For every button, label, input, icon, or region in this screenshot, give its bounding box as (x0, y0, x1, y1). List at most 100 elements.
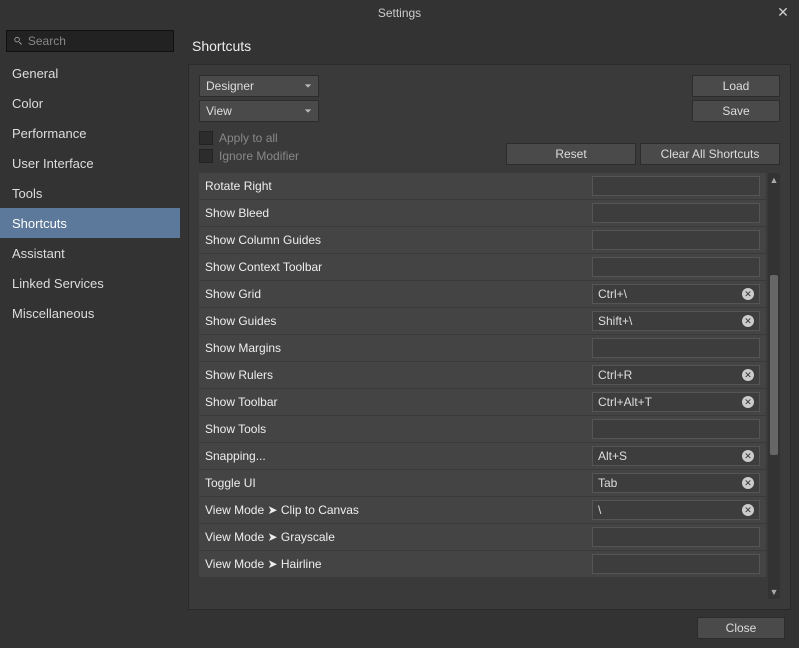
ignore-modifier-row[interactable]: Ignore Modifier (199, 149, 299, 163)
shortcut-label: Rotate Right (205, 179, 272, 193)
category-dropdown-label: View (206, 104, 232, 118)
shortcut-input[interactable] (592, 554, 760, 574)
search-input[interactable] (28, 34, 167, 48)
shortcut-value: Tab (598, 476, 617, 490)
shortcut-input[interactable]: Ctrl+\ ✕ (592, 284, 760, 304)
shortcut-row: Show Guides Shift+\ ✕ (199, 308, 766, 334)
sidebar-item-miscellaneous[interactable]: Miscellaneous (0, 298, 180, 328)
shortcut-value: Ctrl+\ (598, 287, 627, 301)
sidebar-item-tools[interactable]: Tools (0, 178, 180, 208)
scrollbar[interactable]: ▲ ▼ (768, 173, 780, 599)
shortcut-row: Show Bleed (199, 200, 766, 226)
shortcut-row: Show Rulers Ctrl+R✕ (199, 362, 766, 388)
scroll-up-icon[interactable]: ▲ (770, 173, 779, 187)
chevron-down-icon (304, 82, 312, 90)
shortcut-label: Show Grid (205, 287, 261, 301)
scroll-down-icon[interactable]: ▼ (770, 585, 779, 599)
close-icon[interactable]: ✕ (775, 4, 791, 20)
clear-shortcut-icon[interactable]: ✕ (742, 477, 754, 489)
shortcut-input[interactable]: Shift+\ ✕ (592, 311, 760, 331)
shortcut-input[interactable] (592, 338, 760, 358)
scroll-thumb[interactable] (770, 275, 778, 455)
load-button[interactable]: Load (692, 75, 780, 97)
sidebar-item-linked-services[interactable]: Linked Services (0, 268, 180, 298)
page-title: Shortcuts (192, 38, 791, 54)
shortcut-input[interactable] (592, 257, 760, 277)
shortcut-input[interactable]: Ctrl+R✕ (592, 365, 760, 385)
shortcut-value: Ctrl+Alt+T (598, 395, 652, 409)
clear-shortcut-icon[interactable]: ✕ (742, 315, 754, 327)
clear-shortcut-icon[interactable]: ✕ (742, 396, 754, 408)
shortcut-label: Show Bleed (205, 206, 269, 220)
sidebar-item-user-interface[interactable]: User Interface (0, 148, 180, 178)
shortcut-input[interactable]: \✕ (592, 500, 760, 520)
sidebar-item-color[interactable]: Color (0, 88, 180, 118)
shortcut-row: Show Toolbar Ctrl+Alt+T ✕ (199, 389, 766, 415)
shortcut-label: View Mode ➤ Grayscale (205, 530, 335, 544)
shortcut-row: Show Grid Ctrl+\ ✕ (199, 281, 766, 307)
clear-shortcut-icon[interactable]: ✕ (742, 369, 754, 381)
search-icon (13, 35, 24, 47)
shortcut-input[interactable]: Ctrl+Alt+T ✕ (592, 392, 760, 412)
shortcut-row: View Mode ➤ Grayscale (199, 524, 766, 550)
titlebar: Settings ✕ (0, 0, 799, 26)
save-button[interactable]: Save (692, 100, 780, 122)
shortcut-input[interactable] (592, 419, 760, 439)
chevron-down-icon (304, 107, 312, 115)
persona-dropdown[interactable]: Designer (199, 75, 319, 97)
shortcut-label: Show Tools (205, 422, 266, 436)
reset-button[interactable]: Reset (506, 143, 636, 165)
search-input-wrap[interactable] (6, 30, 174, 52)
shortcut-input[interactable] (592, 230, 760, 250)
shortcut-input[interactable] (592, 176, 760, 196)
close-button-label: Close (726, 621, 757, 635)
apply-to-all-row[interactable]: Apply to all (199, 131, 299, 145)
shortcut-row: Show Tools (199, 416, 766, 442)
shortcut-value: \ (598, 503, 601, 517)
apply-to-all-checkbox[interactable] (199, 131, 213, 145)
sidebar-item-shortcuts[interactable]: Shortcuts (0, 208, 180, 238)
shortcut-row: View Mode ➤ Hairline (199, 551, 766, 577)
shortcut-label: Show Rulers (205, 368, 273, 382)
shortcuts-panel: Designer Load View Save Apply to all (188, 64, 791, 610)
shortcut-label: View Mode ➤ Hairline (205, 557, 322, 571)
shortcut-input[interactable]: Alt+S✕ (592, 446, 760, 466)
shortcut-label: Show Column Guides (205, 233, 321, 247)
clear-all-button[interactable]: Clear All Shortcuts (640, 143, 780, 165)
persona-dropdown-label: Designer (206, 79, 254, 93)
content: Shortcuts Designer Load View Save (180, 26, 799, 610)
sidebar-item-performance[interactable]: Performance (0, 118, 180, 148)
reset-button-label: Reset (555, 147, 586, 161)
shortcut-label: Snapping... (205, 449, 266, 463)
ignore-modifier-checkbox[interactable] (199, 149, 213, 163)
shortcut-input[interactable] (592, 527, 760, 547)
shortcut-input[interactable]: Tab ✕ (592, 473, 760, 493)
clear-all-button-label: Clear All Shortcuts (661, 147, 760, 161)
apply-to-all-label: Apply to all (219, 131, 278, 145)
clear-shortcut-icon[interactable]: ✕ (742, 504, 754, 516)
shortcut-label: Show Margins (205, 341, 281, 355)
clear-shortcut-icon[interactable]: ✕ (742, 450, 754, 462)
save-button-label: Save (722, 104, 749, 118)
shortcut-list: Rotate Right Show Bleed Show Column Guides… (199, 173, 766, 599)
shortcut-row: Show Context Toolbar (199, 254, 766, 280)
shortcut-label: Show Toolbar (205, 395, 278, 409)
shortcut-label: Show Guides (205, 314, 276, 328)
close-button[interactable]: Close (697, 617, 785, 639)
shortcut-row: View Mode ➤ Clip to Canvas\✕ (199, 497, 766, 523)
shortcut-row: Snapping... Alt+S✕ (199, 443, 766, 469)
sidebar: GeneralColorPerformanceUser InterfaceToo… (0, 26, 180, 610)
clear-shortcut-icon[interactable]: ✕ (742, 288, 754, 300)
sidebar-item-assistant[interactable]: Assistant (0, 238, 180, 268)
shortcut-row: Show Margins (199, 335, 766, 361)
sidebar-item-general[interactable]: General (0, 58, 180, 88)
load-button-label: Load (723, 79, 750, 93)
shortcut-value: Shift+\ (598, 314, 632, 328)
shortcut-row: Rotate Right (199, 173, 766, 199)
shortcut-input[interactable] (592, 203, 760, 223)
shortcut-row: Show Column Guides (199, 227, 766, 253)
category-dropdown[interactable]: View (199, 100, 319, 122)
window-title: Settings (378, 6, 421, 20)
shortcut-row: Toggle UITab✕ (199, 470, 766, 496)
ignore-modifier-label: Ignore Modifier (219, 149, 299, 163)
